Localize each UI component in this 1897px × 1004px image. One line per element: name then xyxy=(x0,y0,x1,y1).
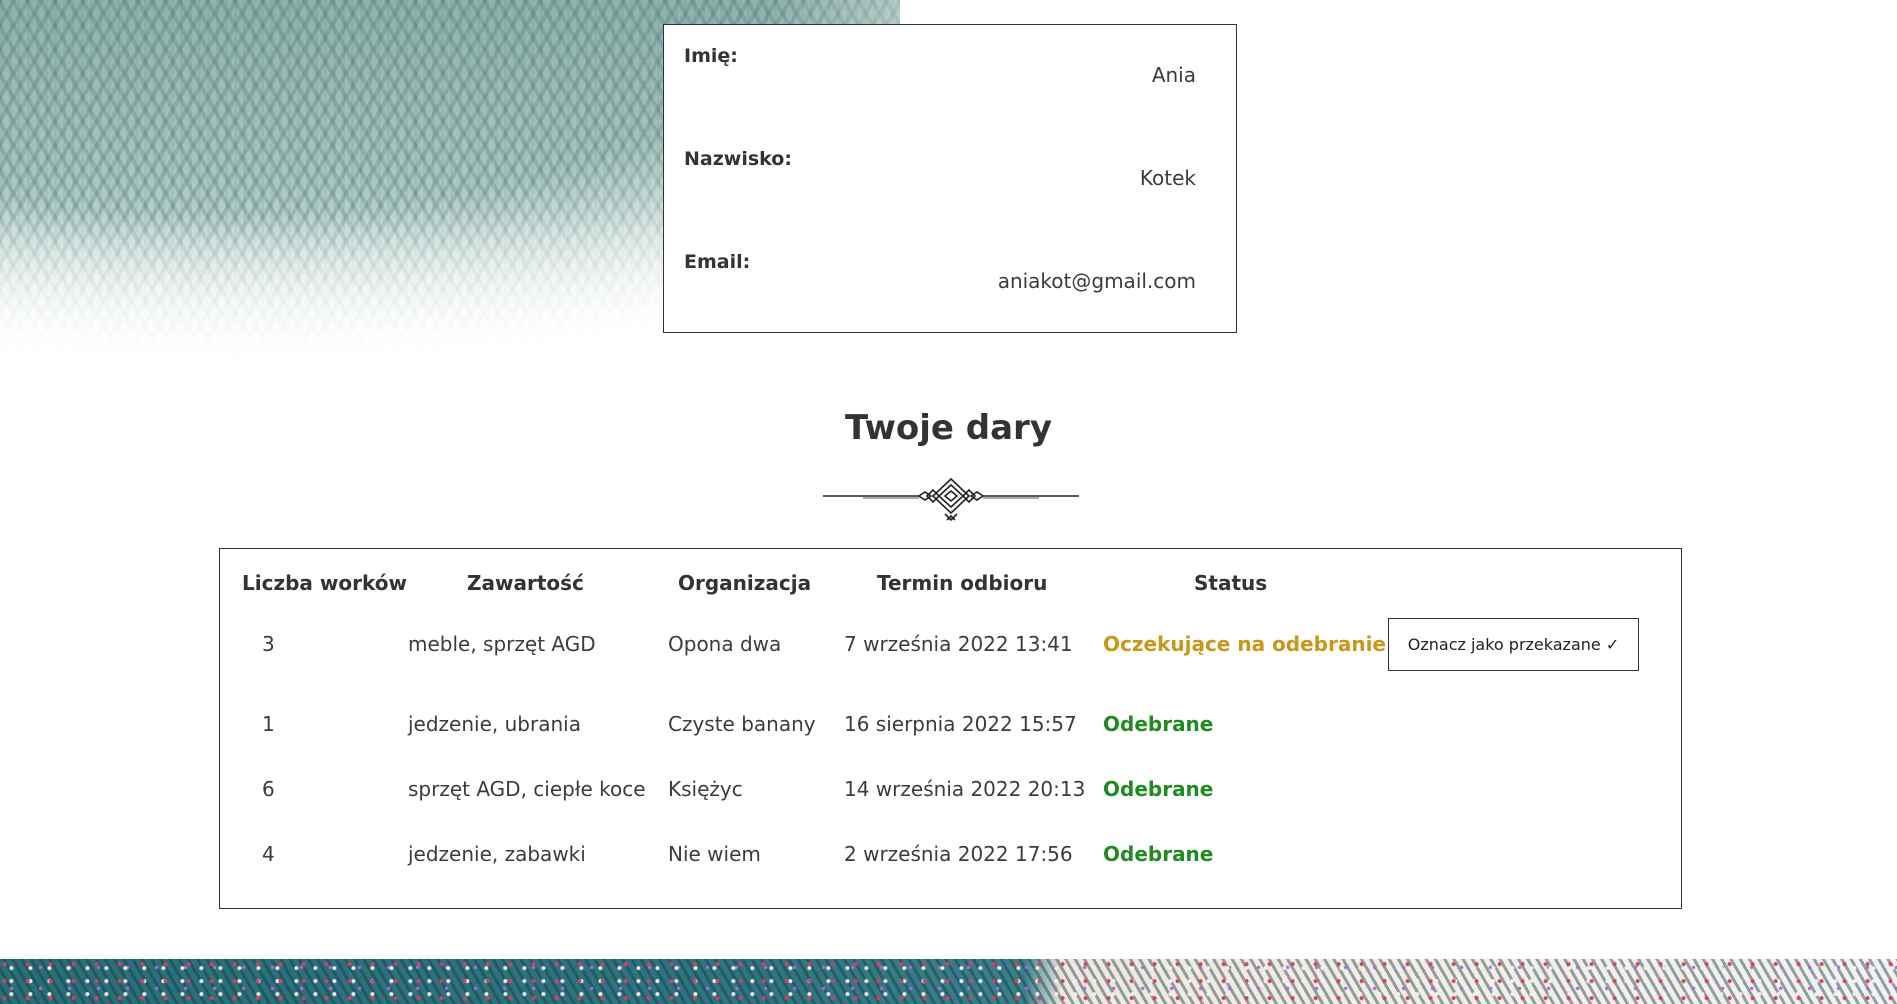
status-badge: Odebrane xyxy=(1103,842,1214,866)
donations-table: Liczba worków Zawartość Organizacja Term… xyxy=(219,548,1682,909)
cell-content: sprzęt AGD, ciepłe koce xyxy=(408,777,646,801)
knitted-footer-background xyxy=(0,959,1897,1004)
cell-bags: 6 xyxy=(262,777,275,801)
mark-as-handed-over-label: Oznacz jako przekazane ✓ xyxy=(1407,635,1620,654)
cell-content: jedzenie, zabawki xyxy=(408,842,586,866)
column-header-bags: Liczba worków xyxy=(242,571,407,595)
cell-organization: Nie wiem xyxy=(668,842,761,866)
cell-organization: Księżyc xyxy=(668,777,743,801)
cell-content: jedzenie, ubrania xyxy=(408,712,581,736)
email-value: aniakot@gmail.com xyxy=(997,269,1196,293)
decorative-divider-icon xyxy=(823,477,1079,522)
email-label: Email: xyxy=(684,251,751,273)
cell-pickup: 7 września 2022 13:41 xyxy=(844,632,1073,656)
donations-title: Twoje dary xyxy=(845,408,1052,448)
profile-row-first-name: Imię: Ania xyxy=(684,45,1196,105)
profile-card: Imię: Ania Nazwisko: Kotek Email: aniako… xyxy=(663,24,1237,333)
mark-as-handed-over-button[interactable]: Oznacz jako przekazane ✓ xyxy=(1388,618,1639,671)
last-name-label: Nazwisko: xyxy=(684,148,792,170)
column-header-pickup: Termin odbioru xyxy=(877,571,1048,595)
column-header-organization: Organizacja xyxy=(678,571,812,595)
cell-bags: 3 xyxy=(262,632,275,656)
page: Imię: Ania Nazwisko: Kotek Email: aniako… xyxy=(0,0,1897,1004)
last-name-value: Kotek xyxy=(1139,166,1196,190)
cell-organization: Czyste banany xyxy=(668,712,816,736)
status-badge: Oczekujące na odebranie xyxy=(1103,632,1386,656)
profile-row-email: Email: aniakot@gmail.com xyxy=(684,251,1196,311)
cell-bags: 4 xyxy=(262,842,275,866)
profile-row-last-name: Nazwisko: Kotek xyxy=(684,148,1196,208)
cell-organization: Opona dwa xyxy=(668,632,782,656)
column-header-content: Zawartość xyxy=(467,571,584,595)
cell-content: meble, sprzęt AGD xyxy=(408,632,596,656)
first-name-value: Ania xyxy=(1151,63,1196,87)
column-header-status: Status xyxy=(1194,571,1268,595)
cell-pickup: 16 sierpnia 2022 15:57 xyxy=(844,712,1077,736)
cell-pickup: 14 września 2022 20:13 xyxy=(844,777,1086,801)
status-badge: Odebrane xyxy=(1103,712,1214,736)
status-badge: Odebrane xyxy=(1103,777,1214,801)
cell-pickup: 2 września 2022 17:56 xyxy=(844,842,1073,866)
cell-bags: 1 xyxy=(262,712,275,736)
first-name-label: Imię: xyxy=(684,45,738,67)
